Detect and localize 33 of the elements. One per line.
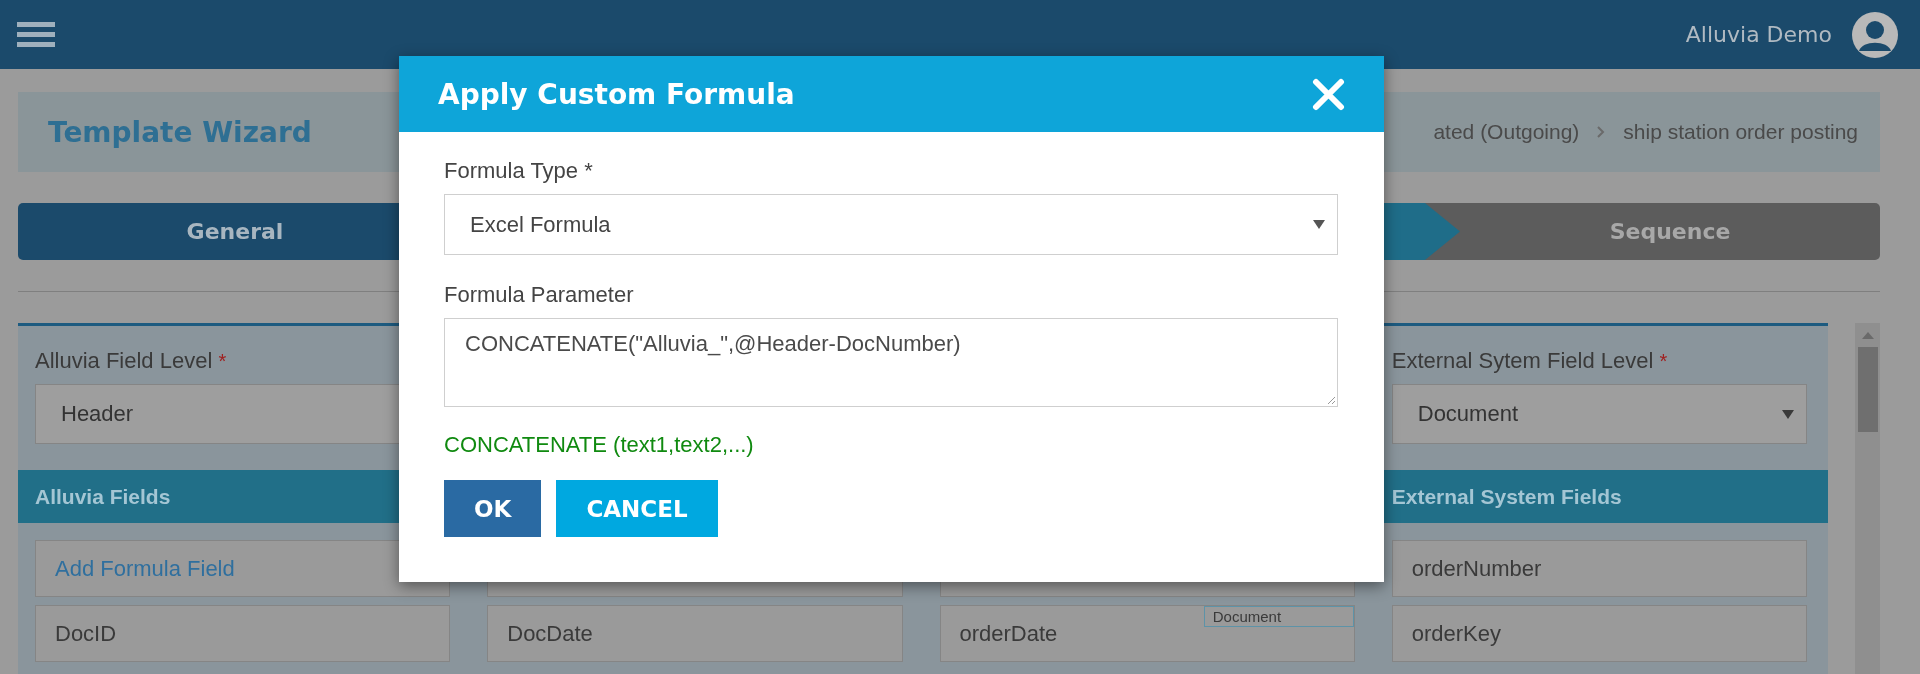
level-tag: Document <box>1203 606 1354 627</box>
chevron-icon <box>1597 126 1606 138</box>
scrollbar-thumb[interactable] <box>1857 347 1878 432</box>
breadcrumb-item[interactable]: ship station order posting <box>1623 120 1858 144</box>
dialog-title: Apply Custom Formula <box>438 77 795 111</box>
user-name[interactable]: Alluvia Demo <box>1685 22 1832 47</box>
ok-button[interactable]: OK <box>444 480 542 537</box>
field-item[interactable]: orderDate Document <box>939 605 1355 662</box>
formula-parameter-field[interactable]: CONCATENATE("Alluvia_",@Header-DocNumber) <box>444 318 1338 407</box>
menu-icon[interactable] <box>17 21 55 48</box>
field-item[interactable]: DocDate <box>487 605 903 662</box>
field-label: Formula Type * <box>444 158 594 184</box>
page-title: Template Wizard <box>48 115 312 149</box>
field-item[interactable]: DocID <box>35 605 451 662</box>
close-icon[interactable] <box>1312 77 1345 111</box>
level-select[interactable]: Document <box>1391 384 1807 444</box>
section-heading: Alluvia Fields <box>35 484 172 509</box>
breadcrumb-item[interactable]: ated (Outgoing) <box>1433 120 1580 144</box>
resize-grip-icon[interactable] <box>1326 395 1336 405</box>
avatar-icon[interactable] <box>1852 11 1898 58</box>
field-item[interactable]: orderNumber <box>1391 540 1807 597</box>
field-label: External Sytem Field Level * <box>1391 348 1669 374</box>
formula-type-select[interactable]: Excel Formula <box>444 194 1338 255</box>
field-item[interactable]: orderKey <box>1391 605 1807 662</box>
scroll-up-icon[interactable] <box>1861 331 1874 339</box>
cancel-button[interactable]: CANCEL <box>556 480 718 537</box>
section-heading: External System Fields <box>1391 484 1623 509</box>
caret-icon <box>1782 409 1794 419</box>
field-label: Formula Parameter <box>444 282 635 308</box>
wizard-step[interactable]: Sequence <box>1425 203 1880 260</box>
scrollbar[interactable] <box>1855 323 1880 674</box>
caret-icon <box>1313 220 1325 229</box>
field-label: Alluvia Field Level * <box>35 348 228 374</box>
